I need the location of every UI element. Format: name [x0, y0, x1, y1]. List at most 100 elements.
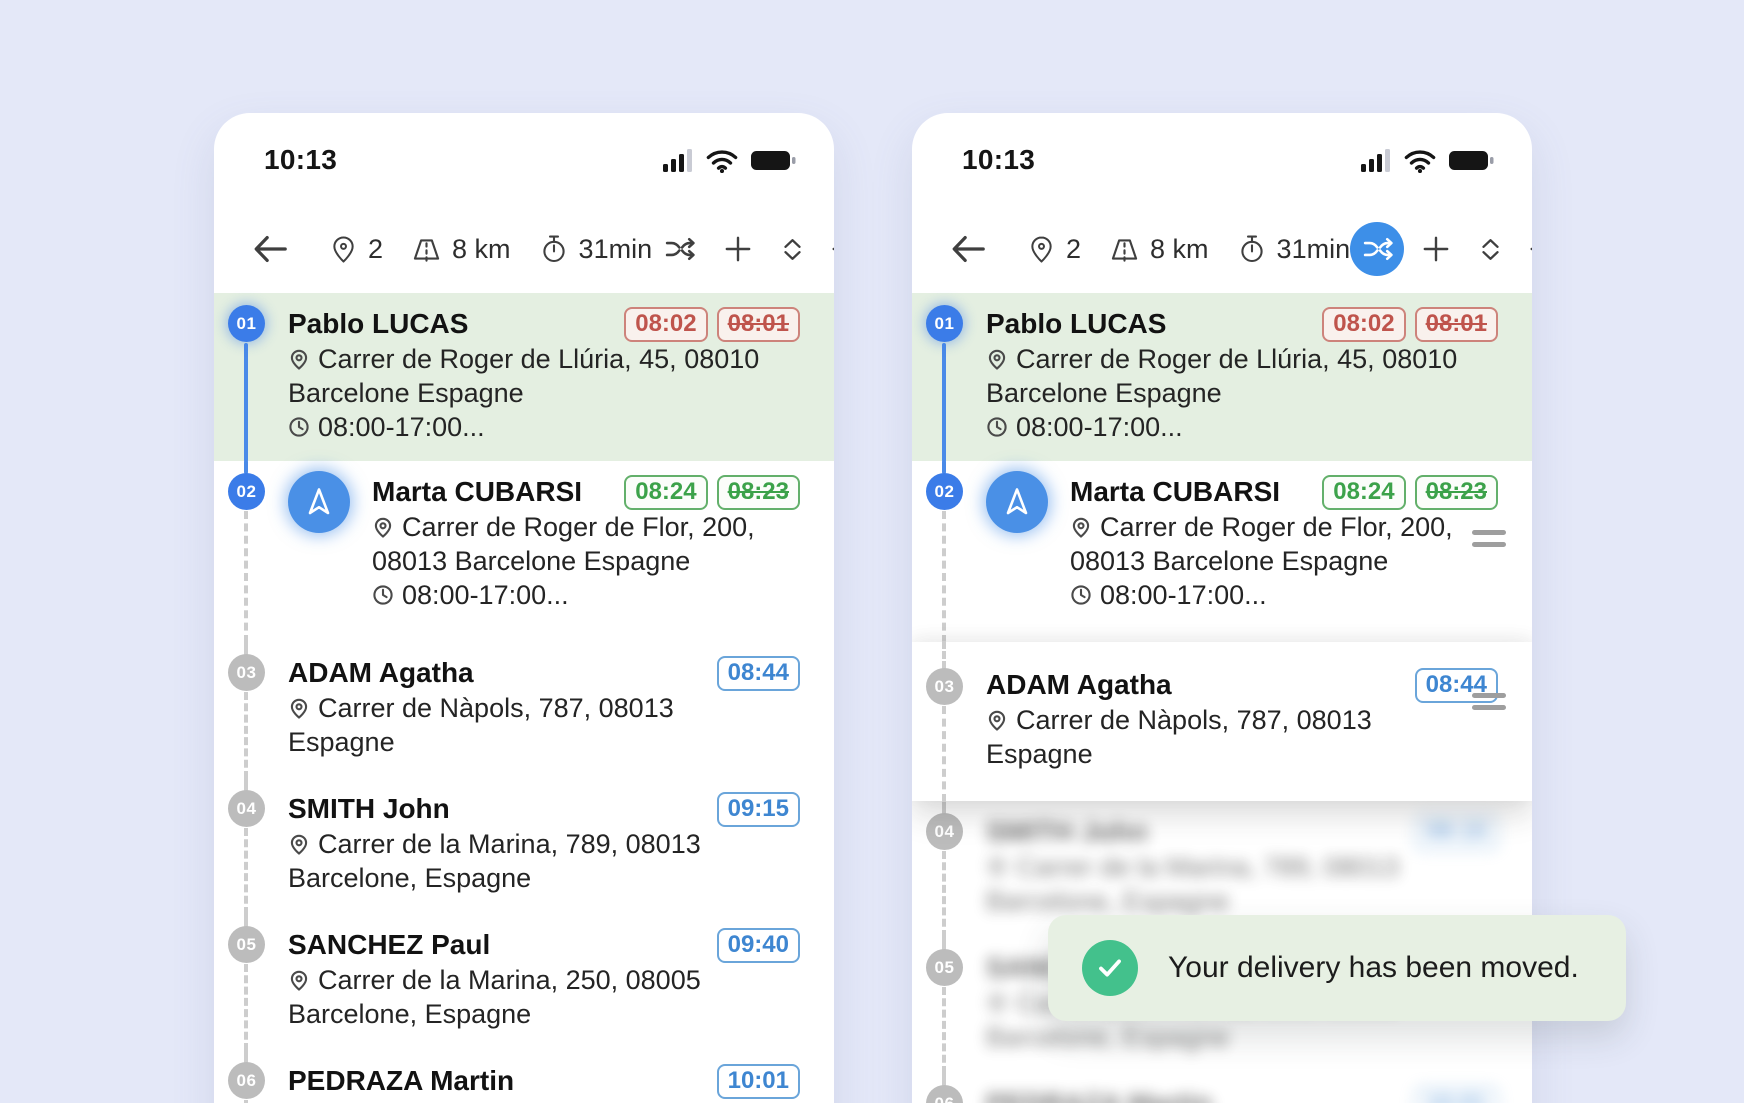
timeline-segment [244, 777, 248, 791]
navigation-avatar [986, 471, 1048, 533]
stop-row-6[interactable]: 06 PEDRAZA Martin 10:01 Carrer de Lepant… [214, 1050, 834, 1103]
timeline-segment [942, 800, 946, 814]
stop-row-3[interactable]: 03 ADAM Agatha 08:44 Carrer de Nàpols, 7… [214, 642, 834, 778]
timeline-segment [244, 511, 248, 643]
timeline-segment [942, 851, 946, 938]
toast-notification: Your delivery has been moved. [1048, 915, 1626, 1021]
back-button[interactable] [946, 227, 990, 271]
settings-button[interactable] [1522, 227, 1532, 271]
optimize-shuffle-button[interactable] [652, 222, 706, 276]
success-check-icon [1082, 940, 1138, 996]
battery-icon [750, 148, 796, 173]
timeline-segment [244, 964, 248, 1051]
eta-badge: 08:02 [1322, 307, 1405, 342]
reorder-button[interactable] [1468, 227, 1512, 271]
battery-icon [1448, 148, 1494, 173]
stop-name: SMITH John [986, 815, 1148, 849]
phone-left: 10:13 2 8 km 31min [214, 113, 834, 1103]
stop-number-badge: 04 [926, 813, 963, 850]
stop-number-badge: 02 [228, 473, 265, 510]
timeline-segment [244, 460, 248, 474]
distance-road-icon [1108, 233, 1141, 266]
stop-row-2[interactable]: 02 Marta CUBARSI 08:24 08:23 Carrer de R… [912, 461, 1532, 642]
status-time: 10:13 [264, 144, 337, 176]
timeline-segment [244, 913, 248, 927]
address-pin-icon [288, 348, 310, 370]
address-pin-icon [1070, 516, 1092, 538]
stop-address: Carrer de Roger de Flor, 200, 08013 Barc… [1070, 510, 1498, 578]
timeline-segment [942, 511, 946, 643]
stop-address: Carrer de Nàpols, 787, 08013 Espagne [986, 703, 1498, 771]
timeline-segment [942, 460, 946, 474]
address-pin-icon [986, 348, 1008, 370]
clock-icon [986, 416, 1008, 438]
address-pin-icon [288, 833, 310, 855]
screenshot-canvas: 10:13 2 8 km 31min [0, 0, 1744, 1103]
eta-badge: 08:24 [624, 475, 707, 510]
timeline-segment [244, 641, 248, 655]
double-chevron-icon [777, 234, 808, 265]
stop-name: Pablo LUCAS [986, 307, 1166, 341]
reorder-button[interactable] [770, 227, 814, 271]
stop-address: Carrer de la Marina, 789, 08013 Barcelon… [288, 827, 800, 895]
stop-row-5[interactable]: 05 SANCHEZ Paul 09:40 Carrer de la Marin… [214, 914, 834, 1050]
address-pin-icon [288, 697, 310, 719]
stop-row-6[interactable]: 06 PEDRAZA Martin 10:01 Carrer de Lepant… [912, 1073, 1532, 1103]
toolbar-actions [1350, 222, 1532, 276]
address-pin-icon [372, 516, 394, 538]
stop-name: PEDRAZA Martin [986, 1087, 1212, 1103]
stop-hours: 08:00-17:00... [986, 410, 1498, 444]
eta-badge: 09:40 [717, 928, 800, 963]
stop-address: Carrer de Nàpols, 787, 08013 Espagne [288, 691, 800, 759]
status-bar: 10:13 [214, 113, 834, 181]
navigation-avatar [288, 471, 350, 533]
address-pin-icon [986, 992, 1008, 1014]
stop-row-1[interactable]: 01 Pablo LUCAS 08:02 08:01 Carrer de Rog… [214, 293, 834, 461]
clock-icon [1070, 584, 1092, 606]
stop-name: SANCHEZ Paul [288, 928, 490, 962]
timeline-segment [244, 343, 248, 462]
stop-number-badge: 05 [926, 949, 963, 986]
stops-pin-icon [1026, 234, 1057, 265]
plus-icon [1420, 233, 1452, 265]
timeline-segment [942, 343, 946, 462]
settings-button[interactable] [824, 227, 834, 271]
clock-icon [372, 584, 394, 606]
drag-handle[interactable] [1472, 523, 1506, 554]
stop-name: ADAM Agatha [986, 668, 1172, 702]
stop-row-2[interactable]: 02 Marta CUBARSI 08:24 08:23 Carrer de R… [214, 461, 834, 642]
timeline-segment [942, 1072, 946, 1086]
back-button[interactable] [248, 227, 292, 271]
stop-list: 01 Pablo LUCAS 08:02 08:01 Carrer de Rog… [214, 293, 834, 1103]
eta-badge: 08:44 [717, 656, 800, 691]
stop-number-badge: 03 [228, 654, 265, 691]
gear-icon [1527, 232, 1532, 266]
stop-address: Carrer de Roger de Llúria, 45, 08010 Bar… [288, 342, 800, 410]
stop-address: Carrer de Roger de Flor, 200, 08013 Barc… [372, 510, 800, 578]
drag-handle[interactable] [1472, 686, 1506, 717]
eta-badge: 10:01 [717, 1064, 800, 1099]
stop-row-1[interactable]: 01 Pablo LUCAS 08:02 08:01 Carrer de Rog… [912, 293, 1532, 461]
optimize-shuffle-button-active[interactable] [1350, 222, 1404, 276]
distance-value: 8 km [1150, 234, 1209, 265]
previous-eta-badge: 08:01 [717, 307, 800, 342]
clock-icon [288, 416, 310, 438]
timeline-segment [942, 641, 946, 669]
stop-number-badge: 01 [926, 305, 963, 342]
distance-value: 8 km [452, 234, 511, 265]
double-chevron-icon [1475, 234, 1506, 265]
previous-eta-badge: 08:23 [1415, 475, 1498, 510]
duration-stopwatch-icon [1236, 233, 1268, 265]
stop-name: PEDRAZA Martin [288, 1064, 514, 1098]
stop-hours: 08:00-17:00... [372, 578, 800, 612]
timeline-segment [942, 936, 946, 950]
add-stop-button[interactable] [716, 227, 760, 271]
stop-number-badge: 03 [926, 668, 963, 705]
stop-number-badge: 06 [926, 1085, 963, 1103]
timeline-segment [942, 706, 946, 802]
stop-row-3-dragging[interactable]: 03 ADAM Agatha 08:44 Carrer de Nàpols, 7… [912, 642, 1532, 801]
eta-badge: 09:15 [1415, 815, 1498, 850]
stop-row-4[interactable]: 04 SMITH John 09:15 Carrer de la Marina,… [214, 778, 834, 914]
add-stop-button[interactable] [1414, 227, 1458, 271]
stop-name: Marta CUBARSI [1070, 475, 1280, 509]
